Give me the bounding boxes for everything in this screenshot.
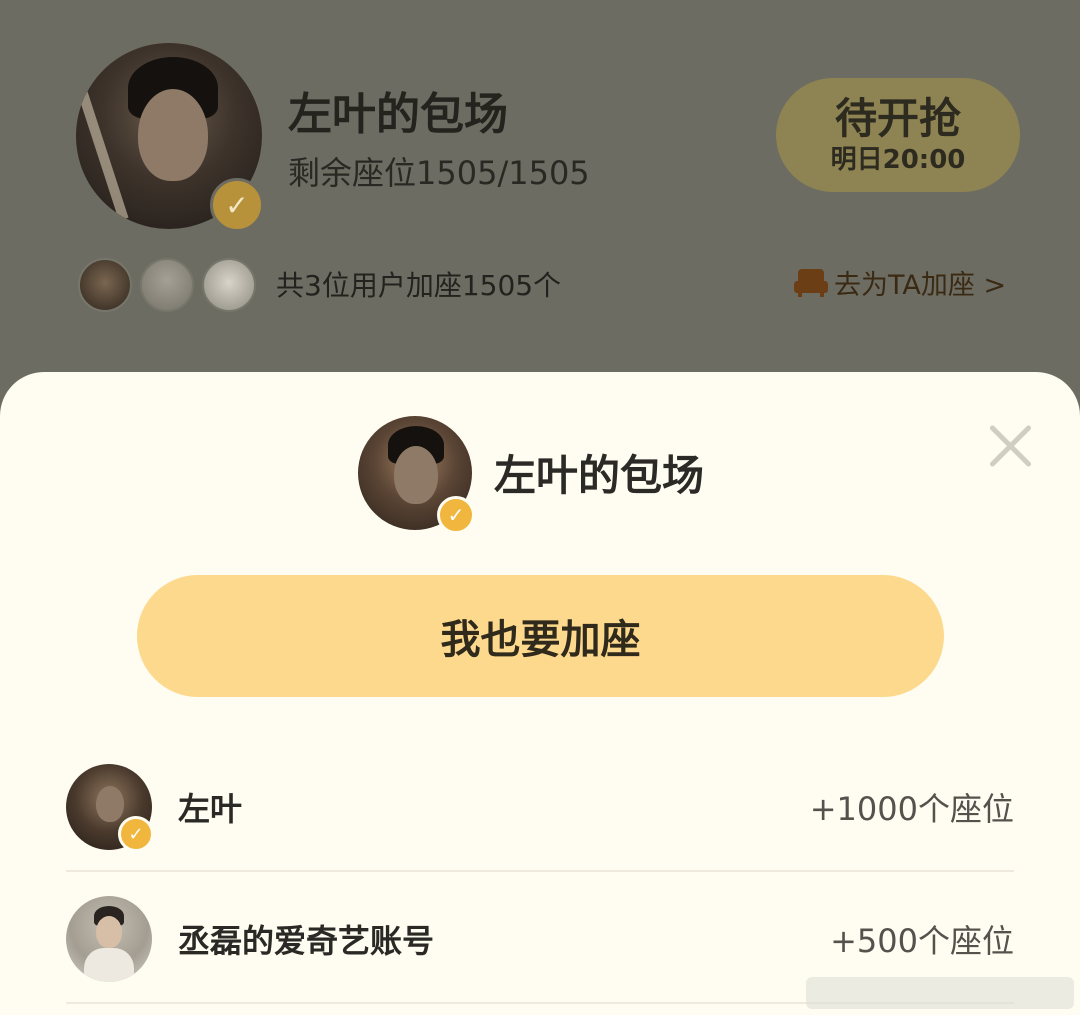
supporter-avatar (140, 258, 194, 312)
list-item: ✓ 左叶 +1000个座位 (66, 740, 1014, 872)
join-seat-button[interactable]: 我也要加座 (137, 575, 944, 697)
supporters-count: 共3位用户加座1505个 (276, 269, 562, 302)
supporter-avatar (78, 258, 132, 312)
sofa-icon (794, 267, 828, 297)
contributor-name: 丞磊的爱奇艺账号 (178, 922, 435, 960)
supporter-avatar (202, 258, 256, 312)
contributor-seats: +500个座位 (830, 922, 1014, 960)
status-button[interactable]: 待开抢 明日20:00 (776, 78, 1020, 192)
add-seat-label: 去为TA加座 > (834, 269, 1007, 301)
sheet-title: 左叶的包场 (494, 451, 705, 500)
verified-icon: ✓ (437, 496, 475, 534)
status-time: 明日20:00 (830, 145, 966, 175)
page-title: 左叶的包场 (288, 89, 508, 140)
contributor-name: 左叶 (178, 790, 243, 828)
home-indicator (806, 977, 1074, 1009)
status-label: 待开抢 (834, 94, 961, 143)
background-card: ✓ 左叶的包场 剩余座位1505/1505 待开抢 明日20:00 共3位用户加… (0, 0, 1080, 380)
remaining-seats: 剩余座位1505/1505 (288, 154, 590, 192)
add-seat-link[interactable]: 去为TA加座 > (794, 264, 1007, 301)
verified-icon: ✓ (118, 816, 154, 852)
avatar (66, 896, 152, 982)
contributor-seats: +1000个座位 (809, 790, 1014, 828)
verified-icon: ✓ (210, 178, 264, 232)
close-icon[interactable] (986, 422, 1034, 470)
